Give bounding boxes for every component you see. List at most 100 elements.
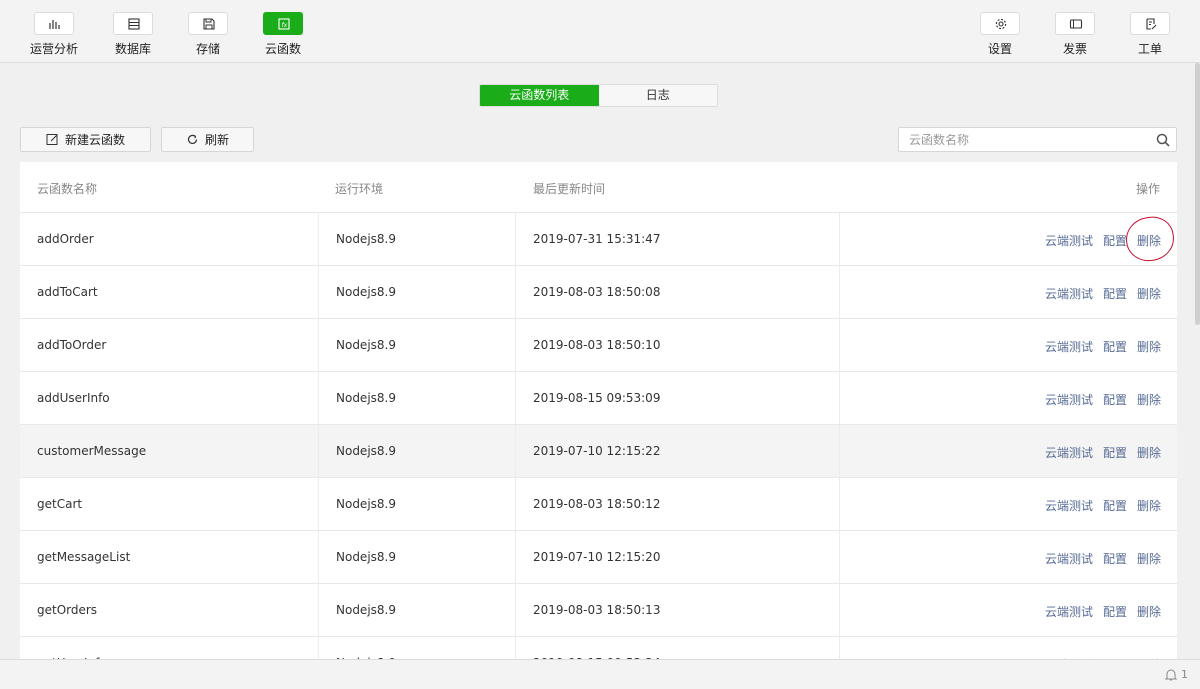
config-link[interactable]: 配置: [1103, 338, 1127, 355]
cloud-test-link[interactable]: 云端测试: [1045, 338, 1093, 355]
column-divider: [839, 372, 840, 424]
column-divider: [318, 425, 319, 477]
row-actions: 云端测试配置删除: [1045, 232, 1161, 249]
row-actions: 云端测试配置删除: [1045, 444, 1161, 461]
delete-link[interactable]: 删除: [1137, 497, 1161, 514]
cloud-test-link[interactable]: 云端测试: [1045, 444, 1093, 461]
config-link[interactable]: 配置: [1103, 603, 1127, 620]
toolbar-label: 工单: [1137, 42, 1162, 56]
function-runtime: Nodejs8.9: [336, 444, 396, 458]
table-row[interactable]: addToCart Nodejs8.9 2019-08-03 18:50:08 云端测…: [20, 266, 1177, 319]
toolbar-item-invoice[interactable]: 发票: [1045, 12, 1105, 57]
column-divider: [839, 425, 840, 477]
tab-function-list[interactable]: 云函数列表: [480, 85, 599, 106]
refresh-icon: [187, 134, 198, 144]
function-updated: 2019-07-31 15:31:47: [533, 232, 661, 246]
table-header: 云函数名称 运行环境 最后更新时间 操作: [20, 162, 1177, 213]
config-link[interactable]: 配置: [1103, 550, 1127, 567]
function-runtime: Nodejs8.9: [336, 285, 396, 299]
table-row[interactable]: addOrder Nodejs8.9 2019-07-31 15:31:47 云端测试…: [20, 213, 1177, 266]
toolbar-item-storage[interactable]: 存储: [178, 12, 238, 57]
toolbar-item-cloud-functions[interactable]: fx 云函数: [253, 12, 313, 57]
config-link[interactable]: 配置: [1103, 444, 1127, 461]
cloud-test-link[interactable]: 云端测试: [1045, 232, 1093, 249]
search-input[interactable]: [899, 128, 1144, 151]
cloud-test-link[interactable]: 云端测试: [1045, 285, 1093, 302]
column-divider: [318, 584, 319, 636]
function-name: addToCart: [37, 285, 98, 299]
table-row[interactable]: getMessageList Nodejs8.9 2019-07-10 12:15:…: [20, 531, 1177, 584]
function-runtime: Nodejs8.9: [336, 391, 396, 405]
invoice-icon: [1069, 19, 1083, 29]
delete-link[interactable]: 删除: [1137, 444, 1161, 461]
delete-link[interactable]: 删除: [1137, 550, 1161, 567]
delete-link[interactable]: 删除: [1137, 232, 1161, 249]
column-header-runtime: 运行环境: [335, 182, 384, 196]
cloud-test-link[interactable]: 云端测试: [1045, 603, 1093, 620]
search-icon[interactable]: [1156, 133, 1170, 147]
function-icon: fx: [278, 18, 290, 30]
config-link[interactable]: 配置: [1103, 232, 1127, 249]
function-updated: 2019-07-10 12:15:20: [533, 550, 661, 564]
cloud-test-link[interactable]: 云端测试: [1045, 497, 1093, 514]
toolbar-item-analytics[interactable]: 运营分析: [24, 12, 84, 57]
top-toolbar: 运营分析 数据库 存储 fx 云函数 设置 发票 工单: [0, 0, 1200, 63]
table-body: addOrder Nodejs8.9 2019-07-31 15:31:47 云端测试…: [20, 213, 1177, 659]
vertical-scrollbar[interactable]: [1195, 63, 1200, 659]
config-link[interactable]: 配置: [1103, 285, 1127, 302]
edit-icon: [46, 134, 58, 145]
toolbar-item-ticket[interactable]: 工单: [1120, 12, 1180, 57]
table-row[interactable]: customerMessage Nodejs8.9 2019-07-10 12:15…: [20, 425, 1177, 478]
new-function-button[interactable]: 新建云函数: [20, 127, 151, 152]
function-updated: 2019-08-15 09:53:09: [533, 391, 661, 405]
delete-link[interactable]: 删除: [1137, 338, 1161, 355]
row-actions: 云端测试配置删除: [1045, 391, 1161, 408]
delete-link[interactable]: 删除: [1137, 391, 1161, 408]
refresh-button[interactable]: 刷新: [161, 127, 254, 152]
column-divider: [515, 425, 516, 477]
delete-link[interactable]: 删除: [1137, 285, 1161, 302]
column-divider: [839, 637, 840, 659]
ticket-icon: [1146, 18, 1157, 30]
function-name: addToOrder: [37, 338, 107, 352]
scrollbar-thumb[interactable]: [1195, 63, 1200, 325]
column-divider: [318, 478, 319, 530]
tab-logs[interactable]: 日志: [598, 85, 717, 106]
column-header-name: 云函数名称: [37, 182, 98, 196]
table-row[interactable]: getUserInfoNodejs8.92019-08-15 09:53:34云…: [20, 637, 1177, 659]
cloud-test-link[interactable]: 云端测试: [1045, 391, 1093, 408]
column-divider: [515, 478, 516, 530]
column-divider: [515, 266, 516, 318]
notification-button[interactable]: 1: [1165, 668, 1188, 681]
function-runtime: Nodejs8.9: [336, 497, 396, 511]
config-link[interactable]: 配置: [1103, 391, 1127, 408]
column-divider: [839, 478, 840, 530]
svg-text:fx: fx: [282, 22, 288, 29]
function-name: getCart: [37, 497, 83, 511]
cloud-test-link[interactable]: 云端测试: [1045, 550, 1093, 567]
view-tabs: 云函数列表 日志: [479, 84, 718, 107]
toolbar-label: 云函数: [264, 42, 301, 56]
toolbar-item-settings[interactable]: 设置: [970, 12, 1030, 57]
toolbar-label: 设置: [987, 42, 1012, 56]
function-name: addUserInfo: [37, 391, 110, 405]
status-bar: 1: [0, 659, 1200, 689]
table-row[interactable]: addUserInfo Nodejs8.9 2019-08-15 09:53:09 云…: [20, 372, 1177, 425]
column-divider: [515, 531, 516, 583]
function-runtime: Nodejs8.9: [336, 232, 396, 246]
column-divider: [318, 531, 319, 583]
row-actions: 云端测试配置删除: [1045, 338, 1161, 355]
delete-link[interactable]: 删除: [1137, 603, 1161, 620]
table-row[interactable]: getCart Nodejs8.9 2019-08-03 18:50:12 云端测试配…: [20, 478, 1177, 531]
column-divider: [318, 213, 319, 265]
row-actions: 云端测试配置删除: [1045, 550, 1161, 567]
column-divider: [839, 531, 840, 583]
bell-icon: [1165, 669, 1177, 681]
table-row[interactable]: addToOrder Nodejs8.9 2019-08-03 18:50:10 云端…: [20, 319, 1177, 372]
config-link[interactable]: 配置: [1103, 497, 1127, 514]
function-name: customerMessage: [37, 444, 147, 458]
function-runtime: Nodejs8.9: [336, 550, 396, 564]
table-row[interactable]: getOrders Nodejs8.9 2019-08-03 18:50:13 云端测…: [20, 584, 1177, 637]
column-divider: [515, 637, 516, 659]
toolbar-item-database[interactable]: 数据库: [103, 12, 163, 57]
